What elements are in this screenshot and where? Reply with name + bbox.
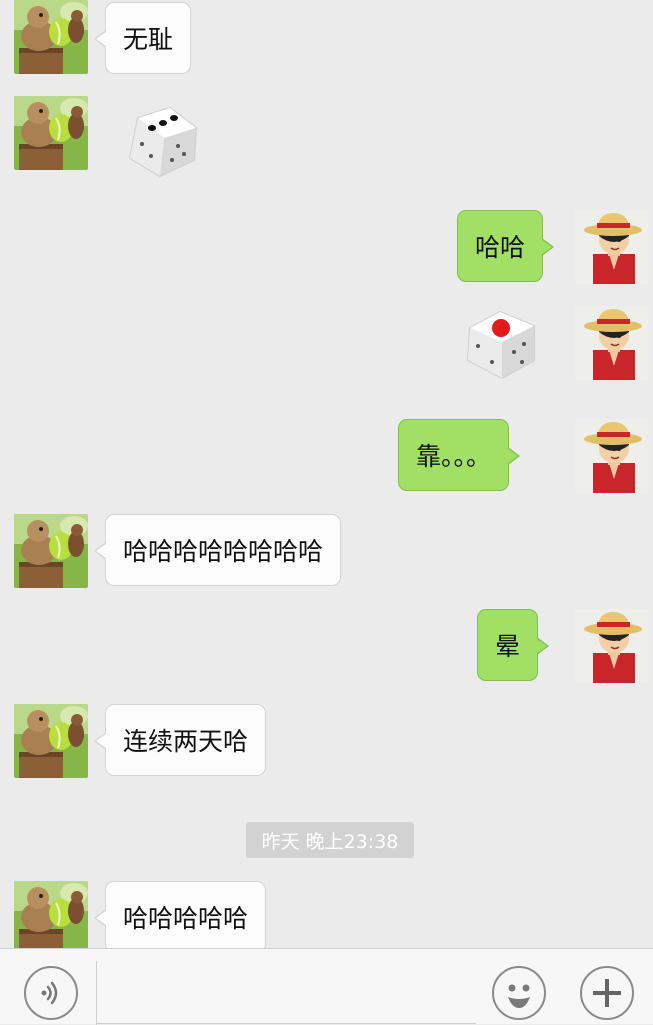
message-bubble-sent[interactable]: 晕 xyxy=(477,609,550,681)
voice-button[interactable] xyxy=(24,966,78,1020)
friend-avatar[interactable] xyxy=(14,881,88,948)
emoji-icon xyxy=(508,984,530,1008)
my-avatar[interactable] xyxy=(575,210,649,284)
message-text: 哈哈哈哈哈哈哈哈 xyxy=(123,537,324,566)
message-bubble-sent[interactable]: 靠。。。 xyxy=(398,419,521,491)
plus-icon xyxy=(593,979,621,1007)
friend-avatar[interactable] xyxy=(14,0,88,74)
my-avatar[interactable] xyxy=(575,419,649,493)
message-text: 连续两天哈 xyxy=(123,727,249,756)
message-text: 晕 xyxy=(495,632,521,661)
message-bubble-received[interactable]: 连续两天哈 xyxy=(93,704,267,776)
message-bubble-sent[interactable]: 哈哈 xyxy=(457,210,555,282)
message-bubble-received[interactable]: 哈哈哈哈哈哈哈哈 xyxy=(93,514,342,586)
emoji-button[interactable] xyxy=(492,966,546,1020)
input-divider xyxy=(96,961,97,1025)
voice-icon xyxy=(41,981,58,1005)
dice-sticker[interactable] xyxy=(458,300,542,384)
message-text: 哈哈 xyxy=(475,233,526,262)
more-button[interactable] xyxy=(580,966,634,1020)
my-avatar[interactable] xyxy=(575,609,649,683)
dice-sticker[interactable] xyxy=(118,98,202,182)
input-bar xyxy=(0,948,653,1025)
message-bubble-received[interactable]: 哈哈哈哈哈 xyxy=(93,881,267,948)
message-text: 哈哈哈哈哈 xyxy=(123,904,249,933)
message-bubble-received[interactable]: 无耻 xyxy=(93,2,192,74)
friend-avatar[interactable] xyxy=(14,514,88,588)
timestamp-divider: 昨天 晚上23:38 xyxy=(246,822,414,858)
message-text: 靠。。。 xyxy=(416,442,492,471)
friend-avatar[interactable] xyxy=(14,704,88,778)
message-text: 无耻 xyxy=(123,25,174,54)
friend-avatar[interactable] xyxy=(14,96,88,170)
chat-area[interactable]: 无耻 哈哈 靠。。。 哈哈哈哈哈哈哈哈 晕 连续两天哈 昨天 晚上23:38 哈… xyxy=(0,0,653,948)
my-avatar[interactable] xyxy=(575,306,649,380)
